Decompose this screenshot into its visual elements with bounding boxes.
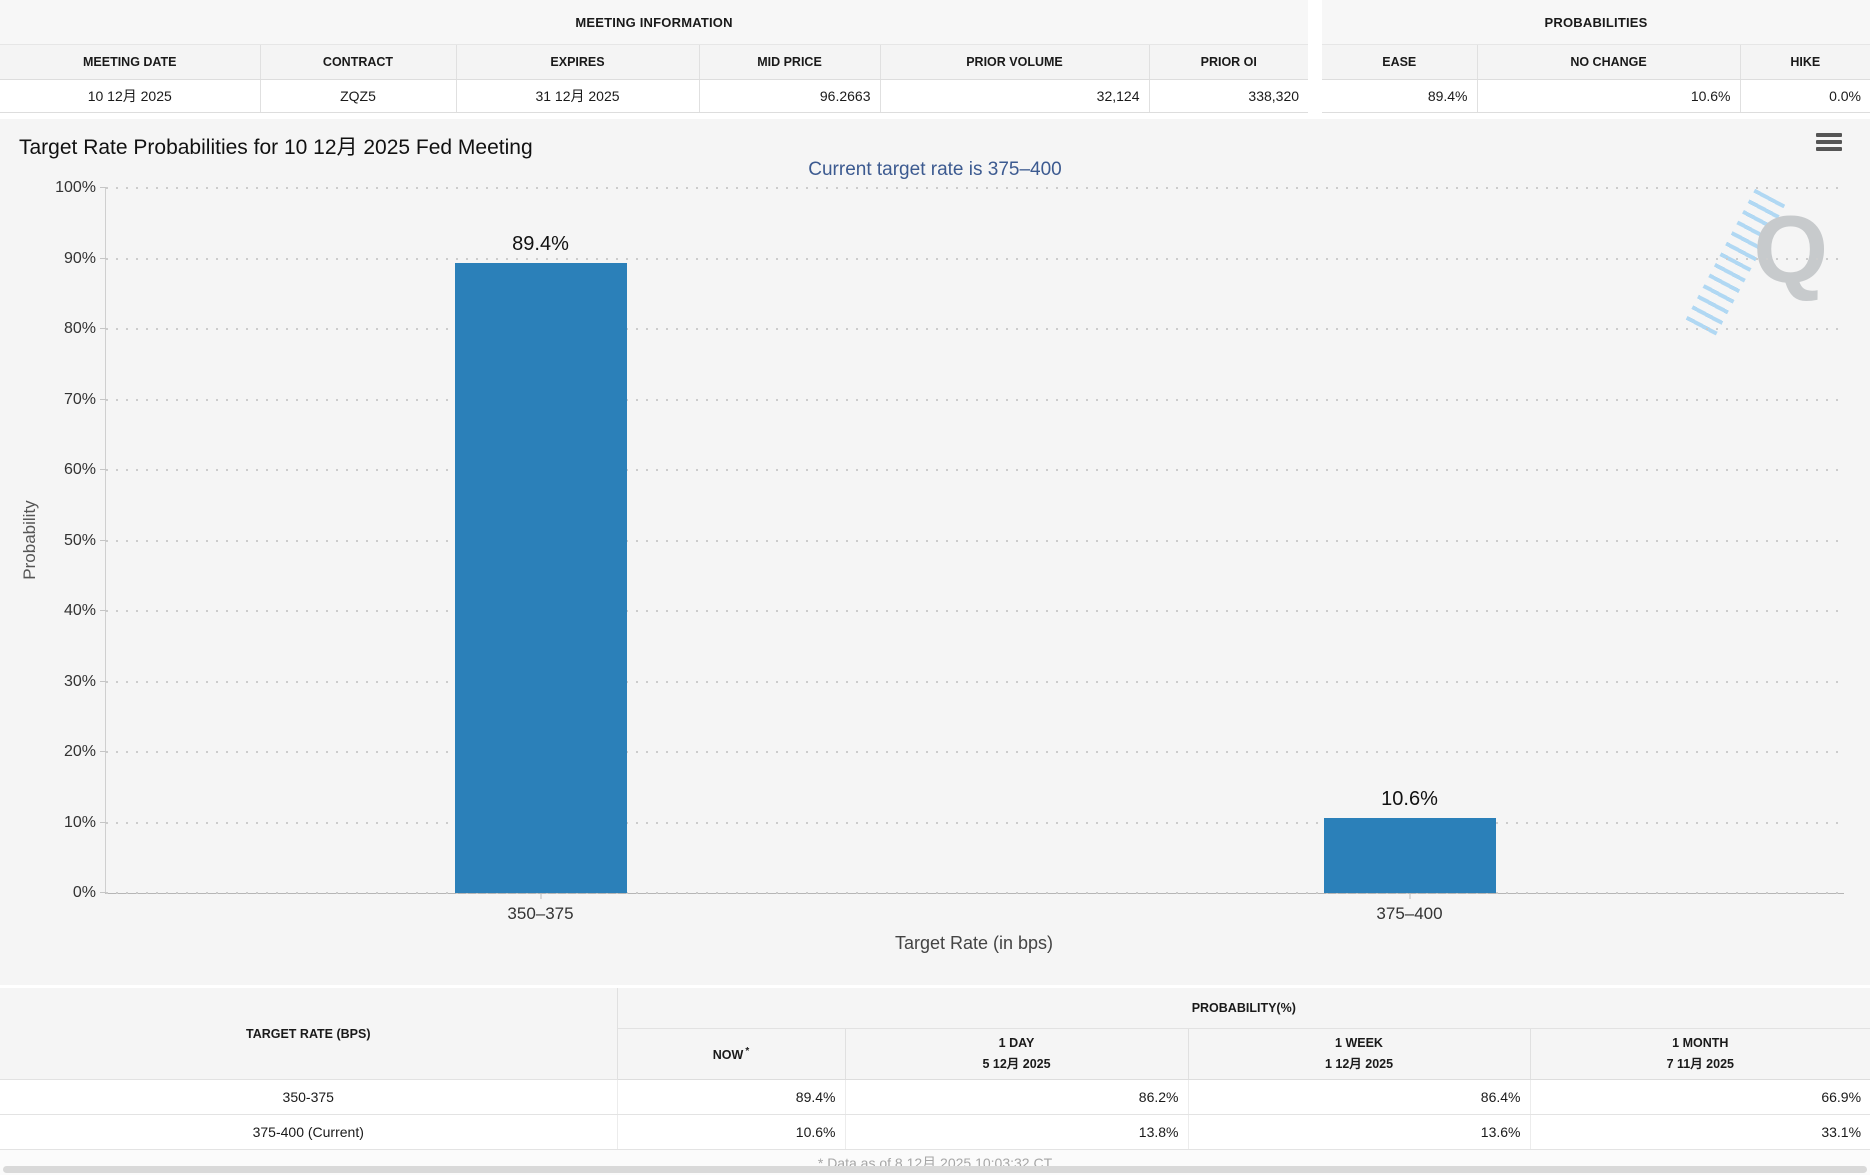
probability-history-table: TARGET RATE (BPS) PROBABILITY(%) NOW * 1 … <box>0 988 1870 1150</box>
prior-volume-value: 32,124 <box>879 79 1149 113</box>
bottom-border-strip <box>3 1166 1867 1173</box>
hamburger-icon <box>1816 133 1842 137</box>
x-axis-title: Target Rate (in bps) <box>894 933 1054 953</box>
1-week-probability-cell: 13.6% <box>1187 1114 1530 1150</box>
col-header-meeting-date: MEETING DATE <box>0 44 260 80</box>
asterisk-marker: * <box>745 1045 750 1057</box>
probabilities-caption: PROBABILITIES <box>1322 0 1870 45</box>
y-axis-tick <box>100 469 106 470</box>
gridline <box>106 187 1844 189</box>
y-axis-tick <box>100 892 106 893</box>
meeting-date-value: 10 12月 2025 <box>0 79 260 113</box>
y-axis-tick-label: 100% <box>55 179 96 196</box>
y-axis-tick-label: 90% <box>63 249 96 267</box>
quikstrike-logo-watermark: Q <box>1684 188 1832 338</box>
bar-value-label: 10.6% <box>1381 788 1438 811</box>
col-header-now: NOW * <box>617 1028 845 1080</box>
no-change-value: 10.6% <box>1476 79 1741 113</box>
chart-context-menu-button[interactable] <box>1814 129 1844 155</box>
y-axis-tick-label: 80% <box>63 320 96 337</box>
y-axis-title: Probability <box>20 500 39 580</box>
col-header-expires: EXPIRES <box>455 44 699 80</box>
y-axis-tick-label: 50% <box>63 531 96 549</box>
table-row: 375-400 (Current) 10.6% 13.8% 13.6% 33.1… <box>0 1114 1870 1150</box>
watermark-q-letter: Q <box>1753 196 1828 303</box>
meeting-information-table: MEETING INFORMATION MEETING DATE CONTRAC… <box>0 0 1309 113</box>
probabilities-table: PROBABILITIES EASE NO CHANGE HIKE 89.4% … <box>1322 0 1870 113</box>
y-axis-tick <box>100 751 106 752</box>
probability-group-header: PROBABILITY(%) <box>617 988 1870 1029</box>
plot-area: Q 0% 10% 20% 30% 40% 50% 60% 70% 80% 90% 100% 89.4%… <box>55 179 1844 923</box>
1-month-probability-cell: 66.9% <box>1529 1079 1870 1115</box>
hike-value: 0.0% <box>1739 79 1870 113</box>
probability-history-panel: TARGET RATE (BPS) PROBABILITY(%) NOW * 1 … <box>0 988 1870 1175</box>
fedwatch-tool-page: MEETING INFORMATION MEETING DATE CONTRAC… <box>0 0 1870 1175</box>
mid-price-value: 96.2663 <box>698 79 880 113</box>
y-axis-tick-label: 20% <box>63 743 96 760</box>
chart-title: Target Rate Probabilities for 10 12月 202… <box>19 136 533 159</box>
gridline <box>106 328 1844 330</box>
expires-value: 31 12月 2025 <box>455 79 699 113</box>
gridline <box>106 257 1844 260</box>
gridline <box>106 469 1844 471</box>
y-axis-tick <box>100 610 106 611</box>
y-axis-tick <box>100 257 106 259</box>
y-axis-tick-label: 40% <box>63 602 96 619</box>
1-week-probability-cell: 86.4% <box>1187 1079 1530 1115</box>
col-header-mid-price: MID PRICE <box>698 44 880 80</box>
gridline <box>106 751 1844 753</box>
table-row: 350-375 89.4% 86.2% 86.4% 66.9% <box>0 1079 1870 1115</box>
x-axis-tick <box>1409 893 1410 899</box>
meeting-information-caption: MEETING INFORMATION <box>0 0 1309 45</box>
table-gap <box>1308 0 1322 105</box>
col-header-prior-volume: PRIOR VOLUME <box>879 44 1149 80</box>
gridline <box>106 610 1844 612</box>
contract-value: ZQZ5 <box>259 79 456 113</box>
bar-value-label: 89.4% <box>512 232 569 255</box>
col-header-contract: CONTRACT <box>259 44 456 80</box>
col-header-target-rate-bps: TARGET RATE (BPS) <box>0 988 618 1080</box>
y-axis-tick <box>100 680 106 682</box>
y-axis-tick-label: 70% <box>63 390 96 408</box>
1-month-probability-cell: 33.1% <box>1529 1114 1870 1150</box>
watermark-stripes <box>1684 188 1786 338</box>
y-axis-tick <box>100 539 106 541</box>
1-day-probability-cell: 13.8% <box>844 1114 1188 1150</box>
chart-subtitle: Current target rate is 375–400 <box>808 159 1062 180</box>
probability-bar-375–400[interactable] <box>1323 818 1496 893</box>
gridline <box>106 821 1844 824</box>
gridline <box>106 539 1844 542</box>
col-header-hike: HIKE <box>1739 44 1870 80</box>
y-axis-tick <box>100 328 106 329</box>
y-axis-tick <box>100 398 106 400</box>
col-header-1-day: 1 DAY 5 12月 2025 <box>844 1028 1188 1080</box>
gridline <box>106 892 1844 894</box>
rate-cell: 375-400 (Current) <box>0 1114 617 1150</box>
probability-bar-350–375[interactable] <box>454 262 627 893</box>
y-axis-tick-label: 0% <box>72 884 96 901</box>
x-axis-tick <box>540 893 541 899</box>
y-axis-tick-label: 30% <box>63 672 96 690</box>
gridline <box>106 680 1844 683</box>
rate-cell: 350-375 <box>0 1079 617 1115</box>
y-axis-tick-label: 10% <box>63 813 96 831</box>
now-probability-cell: 89.4% <box>616 1079 845 1115</box>
now-probability-cell: 10.6% <box>616 1114 845 1150</box>
gridline <box>106 398 1844 401</box>
y-axis-tick <box>100 821 106 823</box>
ease-value: 89.4% <box>1322 79 1478 113</box>
1-day-probability-cell: 86.2% <box>844 1079 1188 1115</box>
y-axis-tick <box>100 187 106 188</box>
col-header-1-week: 1 WEEK 1 12月 2025 <box>1187 1028 1530 1080</box>
col-header-no-change: NO CHANGE <box>1476 44 1741 80</box>
y-axis-tick-label: 60% <box>63 461 96 478</box>
col-header-1-month: 1 MONTH 7 11月 2025 <box>1529 1028 1870 1080</box>
x-axis-category-label: 375–400 <box>1376 904 1443 923</box>
col-header-prior-oi: PRIOR OI <box>1148 44 1309 80</box>
col-header-ease: EASE <box>1322 44 1478 80</box>
x-axis-category-label: 350–375 <box>507 904 574 923</box>
target-rate-chart-panel: Target Rate Probabilities for 10 12月 202… <box>0 119 1870 985</box>
top-info-tables: MEETING INFORMATION MEETING DATE CONTRAC… <box>0 0 1870 113</box>
prior-oi-value: 338,320 <box>1148 79 1309 113</box>
